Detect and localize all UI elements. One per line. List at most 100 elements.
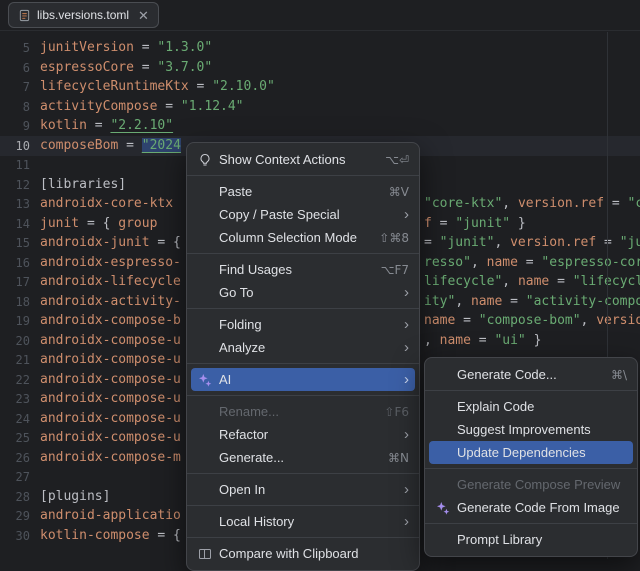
- code-text: espressoCore = "3.7.0": [40, 58, 212, 78]
- menu-item-copy-paste-special[interactable]: Copy / Paste Special›: [187, 203, 419, 226]
- code-token: "junit: [620, 235, 640, 250]
- code-text: junitVersion = "1.3.0": [40, 38, 212, 58]
- toml-file-icon: [18, 9, 31, 22]
- line-number: 15: [0, 233, 30, 253]
- menu-item-refactor[interactable]: Refactor›: [187, 423, 419, 446]
- menu-item-folding[interactable]: Folding›: [187, 313, 419, 336]
- tab-libs-versions-toml[interactable]: libs.versions.toml ✕: [8, 2, 159, 28]
- code-text: androidx-compose-u: [40, 389, 181, 409]
- menu-item-label: Explain Code: [457, 399, 534, 414]
- menu-item-update-dependencies[interactable]: Update Dependencies: [429, 441, 633, 464]
- menu-item-label: Update Dependencies: [457, 445, 586, 460]
- code-line-6[interactable]: 6 espressoCore = "3.7.0": [0, 58, 640, 78]
- code-token: name: [487, 255, 518, 270]
- code-text: androidx-core-ktx: [40, 194, 173, 214]
- menu-item-analyze[interactable]: Analyze›: [187, 336, 419, 359]
- menu-item-generate[interactable]: Generate...⌘N: [187, 446, 419, 469]
- icon-placeholder: [195, 450, 215, 466]
- code-line-5[interactable]: 5 junitVersion = "1.3.0": [0, 38, 640, 58]
- code-token: }: [526, 333, 542, 348]
- code-token: androidx-compose-m: [40, 450, 181, 465]
- submenu-arrow-icon: ›: [404, 285, 409, 300]
- menu-item-go-to[interactable]: Go To›: [187, 281, 419, 304]
- menu-item-label: Refactor: [219, 427, 268, 442]
- code-line-9[interactable]: 9kotlin = "2.2.10": [0, 116, 640, 136]
- code-token: = {: [150, 235, 181, 250]
- menu-item-label: Suggest Improvements: [457, 422, 591, 437]
- code-text: androidx-activity-: [40, 292, 181, 312]
- code-token: "junit": [440, 235, 495, 250]
- code-token: "2024: [142, 138, 181, 153]
- menu-item-local-history[interactable]: Local History›: [187, 510, 419, 533]
- code-token: androidx-activity-: [40, 294, 181, 309]
- line-number: 27: [0, 467, 30, 487]
- code-token: version.ref: [510, 235, 596, 250]
- menu-item-label: Rename...: [219, 404, 279, 419]
- code-token: kotlin-compose: [40, 528, 150, 543]
- code-token: f: [424, 216, 432, 231]
- menu-separator: [187, 505, 419, 506]
- menu-separator: [425, 390, 637, 391]
- icon-placeholder: [433, 477, 453, 493]
- menu-item-open-in[interactable]: Open In›: [187, 478, 419, 501]
- code-token: =: [118, 138, 141, 153]
- line-number: 26: [0, 448, 30, 468]
- tab-close-icon[interactable]: ✕: [138, 9, 149, 22]
- icon-placeholder: [195, 427, 215, 443]
- code-token: "core-ktx": [424, 196, 502, 211]
- menu-item-find-usages[interactable]: Find Usages⌥F7: [187, 258, 419, 281]
- code-token: activityCompose: [40, 99, 157, 114]
- menu-item-label: Local History: [219, 514, 294, 529]
- menu-item-label: Generate...: [219, 450, 284, 465]
- code-token: androidx-core-ktx: [40, 196, 173, 211]
- code-text: androidx-compose-u: [40, 331, 181, 351]
- code-token: [plugins]: [40, 489, 110, 504]
- code-token: name: [471, 294, 502, 309]
- icon-placeholder: [195, 340, 215, 356]
- code-token: "3.7.0": [157, 60, 212, 75]
- code-token: =: [134, 40, 157, 55]
- line-number: 7: [0, 77, 30, 97]
- menu-item-column-selection-mode[interactable]: Column Selection Mode⇧⌘8: [187, 226, 419, 249]
- code-text: lifecycleRuntimeKtx = "2.10.0": [40, 77, 275, 97]
- menu-item-suggest-improvements[interactable]: Suggest Improvements: [425, 418, 637, 441]
- code-line-8[interactable]: 8activityCompose = "1.12.4": [0, 97, 640, 117]
- menu-item-generate-code-from-image[interactable]: Generate Code From Image: [425, 496, 637, 519]
- code-line-7[interactable]: 7 lifecycleRuntimeKtx = "2.10.0": [0, 77, 640, 97]
- line-number: 21: [0, 350, 30, 370]
- ai-sparkle-icon: [195, 372, 215, 388]
- line-number: 24: [0, 409, 30, 429]
- menu-item-compare-with-clipboard[interactable]: Compare with Clipboard: [187, 542, 419, 565]
- code-token: lifecycle": [424, 274, 502, 289]
- code-token: androidx-espresso-: [40, 255, 181, 270]
- menu-item-show-context-actions[interactable]: Show Context Actions⌥⏎: [187, 148, 419, 171]
- line-number: 23: [0, 389, 30, 409]
- menu-shortcut: ⌘\: [611, 368, 627, 382]
- menu-separator: [187, 537, 419, 538]
- menu-item-explain-code[interactable]: Explain Code: [425, 395, 637, 418]
- menu-item-ai[interactable]: AI›: [191, 368, 415, 391]
- menu-item-paste[interactable]: Paste⌘V: [187, 180, 419, 203]
- code-token: ,: [502, 196, 518, 211]
- line-number: 17: [0, 272, 30, 292]
- code-token: "junit": [455, 216, 510, 231]
- code-token: androidx-compose-b: [40, 313, 181, 328]
- line-number: 29: [0, 506, 30, 526]
- menu-item-label: Folding: [219, 317, 262, 332]
- menu-item-generate-code[interactable]: Generate Code...⌘\: [425, 363, 637, 386]
- menu-separator: [425, 523, 637, 524]
- code-token: =: [157, 99, 180, 114]
- submenu-arrow-icon: ›: [404, 372, 409, 387]
- code-text: kotlin-compose = {: [40, 526, 181, 546]
- icon-placeholder: [195, 184, 215, 200]
- submenu-arrow-icon: ›: [404, 207, 409, 222]
- menu-item-label: Paste: [219, 184, 252, 199]
- icon-placeholder: [195, 285, 215, 301]
- line-number: 6: [0, 58, 30, 78]
- menu-item-label: Generate Code From Image: [457, 500, 620, 515]
- line-number: 5: [0, 38, 30, 58]
- menu-item-prompt-library[interactable]: Prompt Library: [425, 528, 637, 551]
- code-token: "2.2.10": [110, 118, 173, 133]
- code-token: espressoCore: [40, 60, 134, 75]
- line-number: 10: [0, 136, 30, 156]
